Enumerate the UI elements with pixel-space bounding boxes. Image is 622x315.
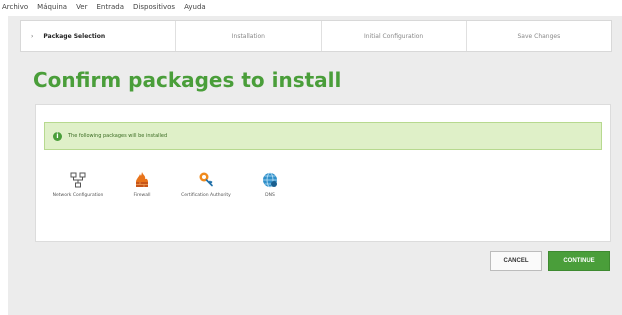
menu-maquina[interactable]: Máquina <box>37 3 67 11</box>
package-label: DNS <box>265 193 275 198</box>
notice-text: The following packages will be installed <box>68 133 168 139</box>
package-dns: DNS <box>240 171 300 199</box>
wizard-steps: › Package Selection Installation Initial… <box>20 20 612 52</box>
package-certification-authority: Certification Authority <box>176 171 236 199</box>
certificate-icon <box>197 171 215 189</box>
menu-dispositivos[interactable]: Dispositivos <box>133 3 175 11</box>
network-icon <box>69 171 87 189</box>
step-label: Initial Configuration <box>364 32 424 40</box>
info-notice: i The following packages will be install… <box>44 122 602 150</box>
package-label: Network Configuration <box>52 193 104 198</box>
cancel-button[interactable]: CANCEL <box>490 251 542 271</box>
menubar: Archivo Máquina Ver Entrada Dispositivos… <box>0 0 622 14</box>
step-label: Package Selection <box>43 32 106 40</box>
package-list: Network Configuration Firewall Certifica… <box>48 171 304 199</box>
step-save-changes: Save Changes <box>467 21 611 51</box>
menu-archivo[interactable]: Archivo <box>2 3 28 11</box>
page-title: Confirm packages to install <box>33 68 342 92</box>
step-label: Save Changes <box>517 32 561 40</box>
chevron-right-icon: › <box>31 32 34 40</box>
firewall-icon <box>133 171 151 189</box>
info-icon: i <box>53 131 62 141</box>
continue-button[interactable]: CONTINUE <box>548 251 610 271</box>
menu-ayuda[interactable]: Ayuda <box>184 3 206 11</box>
package-label: Certification Authority <box>181 193 231 198</box>
package-firewall: Firewall <box>112 171 172 199</box>
packages-panel: i The following packages will be install… <box>35 104 611 242</box>
step-package-selection: › Package Selection <box>21 21 177 51</box>
menu-ver[interactable]: Ver <box>76 3 87 11</box>
step-label: Installation <box>231 32 265 40</box>
step-initial-configuration: Initial Configuration <box>322 21 467 51</box>
menu-entrada[interactable]: Entrada <box>97 3 125 11</box>
dns-icon <box>261 171 279 189</box>
package-network-configuration: Network Configuration <box>48 171 108 199</box>
package-label: Firewall <box>133 193 151 198</box>
step-installation: Installation <box>176 21 322 51</box>
